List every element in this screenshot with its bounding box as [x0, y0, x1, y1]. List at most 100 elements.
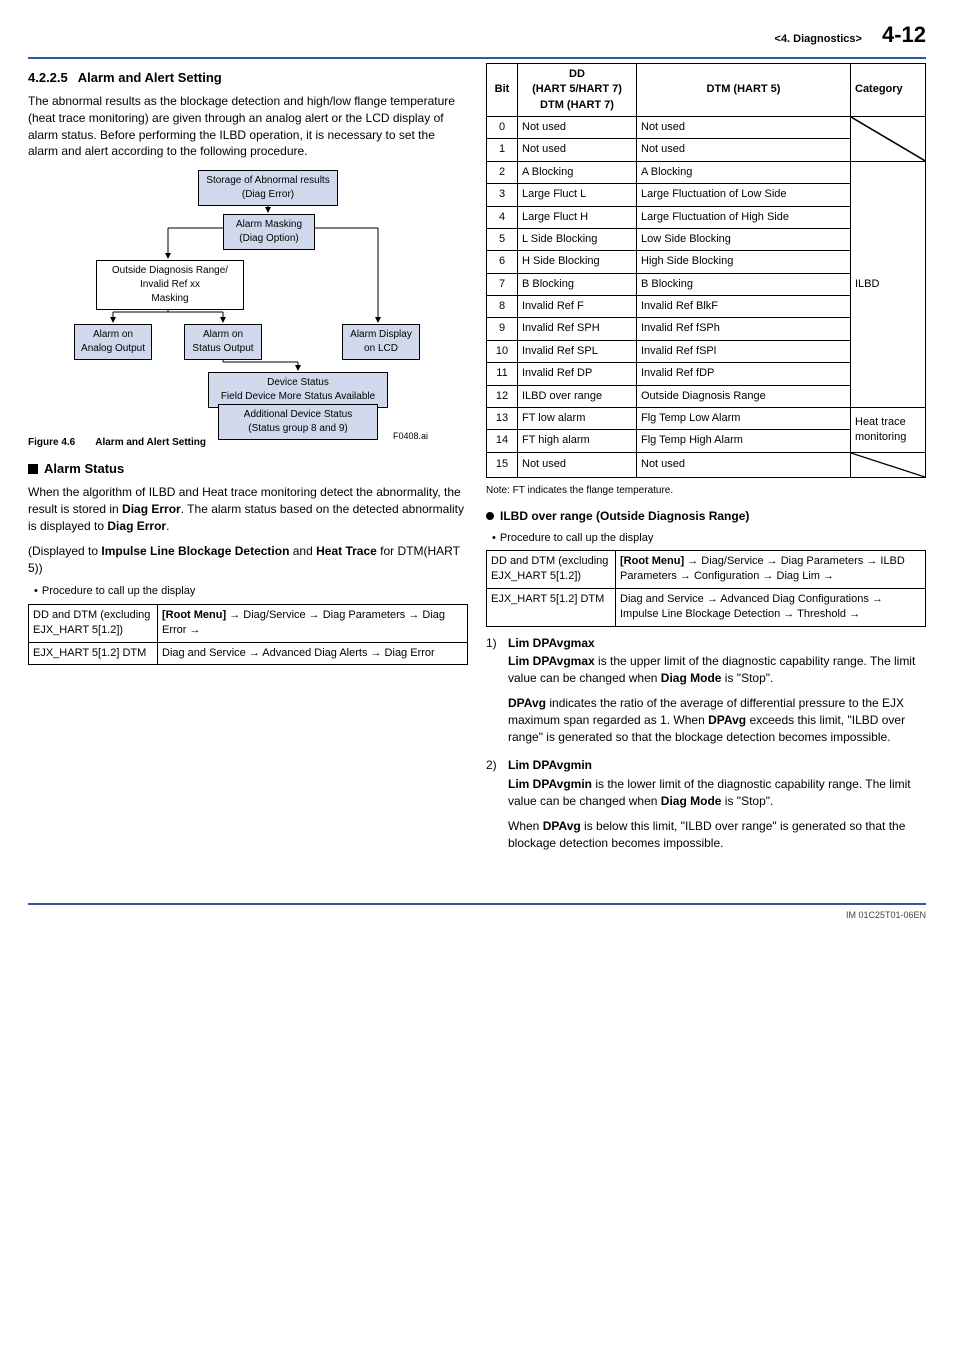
- bullet-icon: •: [34, 584, 38, 599]
- flow-outside: Outside Diagnosis Range/ Invalid Ref xx …: [96, 260, 244, 310]
- bit-cell: Invalid Ref fDP: [637, 363, 851, 385]
- bit-cell: Large Fluct L: [518, 184, 637, 206]
- text-bold: DPAvg: [543, 819, 581, 833]
- bit-cell: Not used: [518, 452, 637, 477]
- proc-cell: Diag and Service → Advanced Diag Alerts …: [158, 642, 468, 664]
- bit-cell: Flg Temp High Alarm: [637, 430, 851, 452]
- footer-rule: [28, 903, 926, 905]
- figure-id: Figure 4.6: [28, 437, 75, 448]
- text: .: [166, 519, 169, 533]
- flow-lcd: Alarm Display on LCD: [342, 324, 420, 360]
- text-bold: Diag Mode: [661, 671, 722, 685]
- bit-cell: 11: [487, 363, 518, 385]
- bit-cell: 9: [487, 318, 518, 340]
- bit-cell: 10: [487, 340, 518, 362]
- proc-cell: Diag and Service → Advanced Diag Configu…: [616, 588, 926, 626]
- bit-cell: L Side Blocking: [518, 228, 637, 250]
- flow-masking: Alarm Masking (Diag Option): [223, 214, 315, 250]
- header-rule: [28, 57, 926, 59]
- text: is "Stop".: [721, 671, 773, 685]
- bit-cell: 12: [487, 385, 518, 407]
- list-item: 1) Lim DPAvgmax Lim DPAvgmax is the uppe…: [486, 635, 926, 754]
- proc-cell: [Root Menu] → Diag/Service → Diag Parame…: [158, 604, 468, 642]
- text-bold: Heat Trace: [316, 544, 377, 558]
- bit-cell: B Blocking: [637, 273, 851, 295]
- bit-cell: Invalid Ref fSPh: [637, 318, 851, 340]
- alarm-status-heading: Alarm Status: [28, 460, 468, 478]
- text-bold: Diag Error: [122, 502, 181, 516]
- bit-cell: Invalid Ref DP: [518, 363, 637, 385]
- ft-note: Note: FT indicates the flange temperatur…: [486, 484, 926, 498]
- proc-cell: DD and DTM (excluding EJX_HART 5[1.2]): [487, 551, 616, 589]
- right-column: Bit DD (HART 5/HART 7) DTM (HART 7) DTM …: [486, 63, 926, 864]
- figure-source-id: F0408.ai: [393, 430, 428, 443]
- bit-cell: FT low alarm: [518, 408, 637, 430]
- bit-cell: Not used: [637, 139, 851, 161]
- bit-cat-ilbd: ILBD: [851, 161, 926, 407]
- figure-title: Alarm and Alert Setting: [95, 437, 206, 448]
- section-heading: 4.2.2.5Alarm and Alert Setting: [28, 69, 468, 87]
- flow-device: Device Status Field Device More Status A…: [208, 372, 388, 408]
- text-bold: DPAvg: [708, 713, 746, 727]
- bit-cell: 3: [487, 184, 518, 206]
- bit-cell: A Blocking: [637, 161, 851, 183]
- intro-paragraph: The abnormal results as the blockage det…: [28, 93, 468, 160]
- list-title: Lim DPAvgmax: [508, 636, 595, 650]
- bit-cell: Not used: [518, 116, 637, 138]
- bit-header-dd: DD (HART 5/HART 7) DTM (HART 7): [518, 63, 637, 116]
- left-column: 4.2.2.5Alarm and Alert Setting The abnor…: [28, 63, 468, 864]
- bit-cell: Outside Diagnosis Range: [637, 385, 851, 407]
- text-bold: Diag Error: [107, 519, 166, 533]
- bit-cell: Large Fluct H: [518, 206, 637, 228]
- bit-header-bit: Bit: [487, 63, 518, 116]
- bit-cell: 6: [487, 251, 518, 273]
- bit-cell: A Blocking: [518, 161, 637, 183]
- procedure-table-right: DD and DTM (excluding EJX_HART 5[1.2]) […: [486, 550, 926, 627]
- text: is "Stop".: [721, 794, 773, 808]
- bit-cell: Invalid Ref SPH: [518, 318, 637, 340]
- bit-cat-heat: Heat trace monitoring: [851, 408, 926, 453]
- procedure-label: Procedure to call up the display: [42, 585, 195, 597]
- list-title: Lim DPAvgmin: [508, 758, 592, 772]
- text: When: [508, 819, 543, 833]
- bit-cell: 7: [487, 273, 518, 295]
- bit-cat-empty: [851, 116, 926, 161]
- flow-storage: Storage of Abnormal results (Diag Error): [198, 170, 338, 206]
- bit-cell: H Side Blocking: [518, 251, 637, 273]
- bit-cell: 2: [487, 161, 518, 183]
- page-number: 4-12: [882, 20, 926, 51]
- breadcrumb: <4. Diagnostics>: [775, 32, 862, 47]
- bullet-icon: •: [492, 531, 496, 546]
- procedure-heading-right: • Procedure to call up the display: [486, 531, 926, 546]
- bit-cell: Not used: [637, 452, 851, 477]
- bit-cell: Large Fluctuation of High Side: [637, 206, 851, 228]
- ilbd-title: ILBD over range (Outside Diagnosis Range…: [500, 509, 749, 523]
- text-bold: Lim DPAvgmin: [508, 777, 592, 791]
- text-bold: Diag Mode: [661, 794, 722, 808]
- proc-cell: DD and DTM (excluding EJX_HART 5[1.2]): [29, 604, 158, 642]
- bit-cell: Large Fluctuation of Low Side: [637, 184, 851, 206]
- flow-additional: Additional Device Status (Status group 8…: [218, 404, 378, 440]
- bit-cell: FT high alarm: [518, 430, 637, 452]
- procedure-label: Procedure to call up the display: [500, 532, 653, 544]
- text-bold: DPAvg: [508, 696, 546, 710]
- bit-header-dtm: DTM (HART 5): [637, 63, 851, 116]
- numbered-list: 1) Lim DPAvgmax Lim DPAvgmax is the uppe…: [486, 635, 926, 860]
- document-id: IM 01C25T01-06EN: [28, 909, 926, 922]
- bit-cell: 1: [487, 139, 518, 161]
- bit-cell: Invalid Ref F: [518, 296, 637, 318]
- procedure-heading-left: • Procedure to call up the display: [28, 584, 468, 599]
- bit-cell: Not used: [637, 116, 851, 138]
- bit-cell: Invalid Ref BlkF: [637, 296, 851, 318]
- bit-cat-empty: [851, 452, 926, 477]
- proc-cell: EJX_HART 5[1.2] DTM: [29, 642, 158, 664]
- ilbd-heading: ILBD over range (Outside Diagnosis Range…: [486, 508, 926, 525]
- bit-header-cat: Category: [851, 63, 926, 116]
- proc-cell: EJX_HART 5[1.2] DTM: [487, 588, 616, 626]
- list-body: Lim DPAvgmax Lim DPAvgmax is the upper l…: [508, 635, 926, 754]
- alarm-status-title: Alarm Status: [44, 461, 124, 476]
- bit-cell: High Side Blocking: [637, 251, 851, 273]
- flowchart: Storage of Abnormal results (Diag Error)…: [68, 170, 428, 430]
- list-number: 2): [486, 757, 502, 859]
- flow-analog: Alarm on Analog Output: [74, 324, 152, 360]
